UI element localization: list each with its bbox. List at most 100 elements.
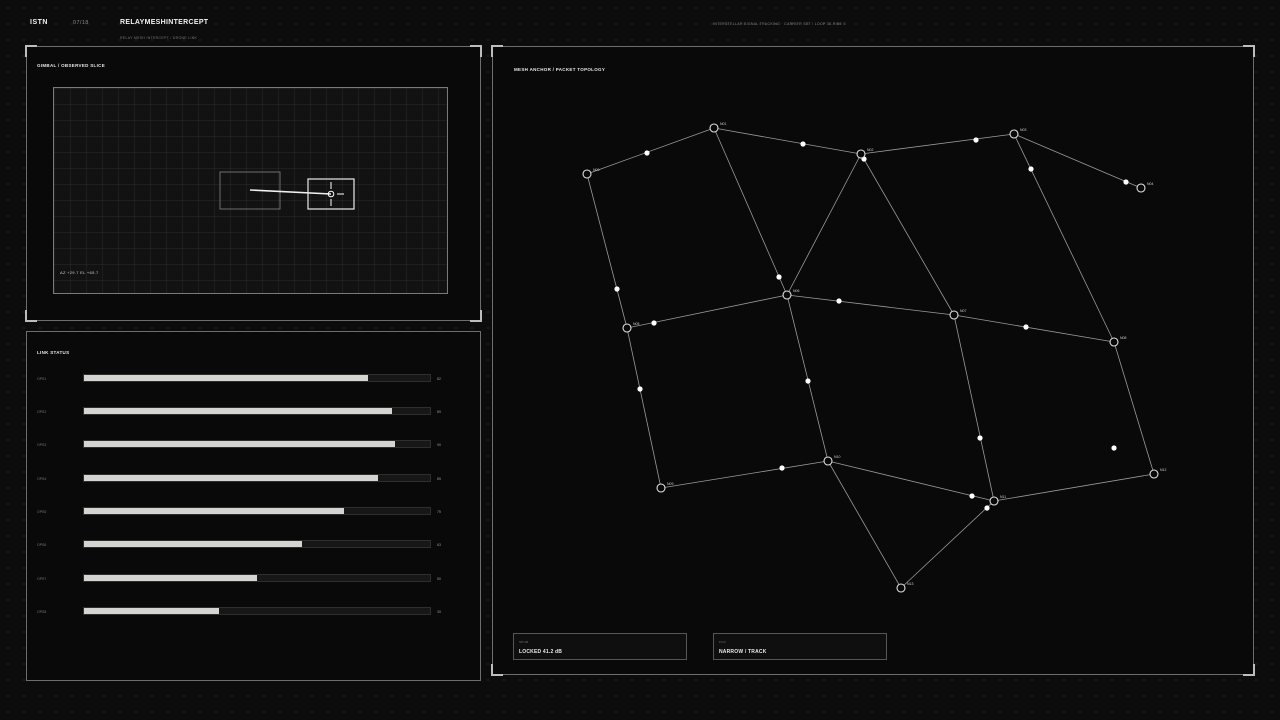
mesh-edge <box>953 314 1115 343</box>
packet-dot <box>614 286 620 292</box>
link-bar-track <box>83 574 431 582</box>
mesh-node[interactable] <box>709 123 719 133</box>
mesh-edge <box>827 460 902 589</box>
link-value: 75 <box>437 510 441 514</box>
link-value: 50 <box>437 577 441 581</box>
mesh-node[interactable] <box>896 583 906 593</box>
page-subtitle: RELAY MESH INTERCEPT / DRONE LINK <box>120 36 198 40</box>
mesh-edge <box>953 314 995 502</box>
mesh-node[interactable] <box>949 310 959 320</box>
link-row: OPS2 89 <box>27 407 480 417</box>
mesh-node[interactable] <box>582 169 592 179</box>
observed-slice-view[interactable]: AZ +29.7 EL +65.7 <box>53 87 448 294</box>
stat-box-spur: SPUR LOCKED 41.2 dB <box>513 633 687 660</box>
mesh-node[interactable] <box>622 323 632 333</box>
link-bar-track <box>83 474 431 482</box>
mesh-edge <box>786 294 829 462</box>
mesh-edge <box>827 460 995 502</box>
packet-dot <box>984 505 990 511</box>
mesh-edge <box>1113 341 1155 475</box>
packet-dot <box>1028 166 1034 172</box>
mesh-node[interactable] <box>989 496 999 506</box>
link-value: 90 <box>437 443 441 447</box>
link-bar-fill <box>84 475 379 481</box>
corner-bracket <box>470 310 482 322</box>
link-value: 85 <box>437 477 441 481</box>
mesh-edge <box>860 133 1015 155</box>
node-label: N05 <box>633 322 639 326</box>
node-label: N06 <box>793 289 799 293</box>
link-bar-fill <box>84 608 219 614</box>
packet-dot <box>836 298 842 304</box>
mesh-edge <box>626 327 662 489</box>
node-label: N00 <box>593 168 599 172</box>
mesh-edge <box>713 127 862 155</box>
packet-dot <box>1111 445 1117 451</box>
packet-dot <box>637 386 643 392</box>
link-row: OPS6 63 <box>27 540 480 550</box>
link-label: OPS3 <box>37 443 47 447</box>
mesh-graph[interactable]: N00 N01 N02 N03 N04 N05 N06 N07 N08 N09 N10 N11 N12 N… <box>493 47 1253 674</box>
link-bar-track <box>83 374 431 382</box>
corner-bracket <box>25 310 37 322</box>
link-label: OPS7 <box>37 577 47 581</box>
node-label: N04 <box>1147 182 1153 186</box>
link-label: OPS2 <box>37 410 47 414</box>
node-label: N09 <box>667 482 673 486</box>
gimbal-overlay <box>219 171 355 210</box>
mesh-node[interactable] <box>782 290 792 300</box>
link-status-title: LINK STATUS <box>37 350 70 355</box>
link-label: OPS4 <box>37 477 47 481</box>
node-label: N02 <box>867 148 873 152</box>
packet-dot <box>776 274 782 280</box>
mesh-node[interactable] <box>1109 337 1119 347</box>
link-bar-fill <box>84 541 302 547</box>
link-bar-fill <box>84 375 368 381</box>
link-label: OPS6 <box>37 543 47 547</box>
node-label: N08 <box>1120 336 1126 340</box>
link-bar-track <box>83 540 431 548</box>
node-label: N03 <box>1020 128 1026 132</box>
mesh-node[interactable] <box>823 456 833 466</box>
mesh-edge <box>860 153 955 316</box>
packet-dot <box>651 320 657 326</box>
link-bar-fill <box>84 508 344 514</box>
link-value: 39 <box>437 610 441 614</box>
stat-key: SPUR <box>519 640 529 644</box>
gimbal-panel: GIMBAL / OBSERVED SLICE AZ +29.7 EL +65.… <box>25 45 482 322</box>
mesh-node[interactable] <box>856 149 866 159</box>
link-row: OPS8 39 <box>27 607 480 617</box>
stat-value: LOCKED 41.2 dB <box>519 649 563 655</box>
mesh-edge <box>586 173 628 329</box>
packet-dot <box>969 493 975 499</box>
link-row: OPS1 82 <box>27 374 480 384</box>
packet-dot <box>1123 179 1129 185</box>
mesh-topology-panel: MESH ANCHOR / PACKET TOPOLOGY N00 N01 N02 N… <box>491 45 1255 676</box>
mesh-edge <box>626 294 788 329</box>
gimbal-title: GIMBAL / OBSERVED SLICE <box>37 63 105 68</box>
link-bar-track <box>83 607 431 615</box>
packet-dot <box>805 378 811 384</box>
brand-label: ISTN <box>30 19 48 26</box>
mesh-node[interactable] <box>1136 183 1146 193</box>
mesh-edge <box>993 473 1155 502</box>
link-value: 82 <box>437 377 441 381</box>
packet-dot <box>800 141 806 147</box>
link-bar-fill <box>84 575 257 581</box>
link-value: 89 <box>437 410 441 414</box>
link-bar-track <box>83 440 431 448</box>
header: ISTN 07/18 RELAYMESHINTERCEPT RELAY MESH… <box>0 0 1280 45</box>
mesh-edge <box>786 153 862 296</box>
mesh-node[interactable] <box>1149 469 1159 479</box>
mesh-edge <box>713 127 788 296</box>
mesh-edge <box>660 460 829 489</box>
corner-bracket <box>25 45 37 57</box>
mesh-node[interactable] <box>1009 129 1019 139</box>
link-row: OPS3 90 <box>27 440 480 450</box>
packet-dot <box>973 137 979 143</box>
link-bar-fill <box>84 408 392 414</box>
mesh-edge <box>1013 133 1142 189</box>
mesh-node[interactable] <box>656 483 666 493</box>
link-label: OPS8 <box>37 610 47 614</box>
link-bar-track <box>83 507 431 515</box>
